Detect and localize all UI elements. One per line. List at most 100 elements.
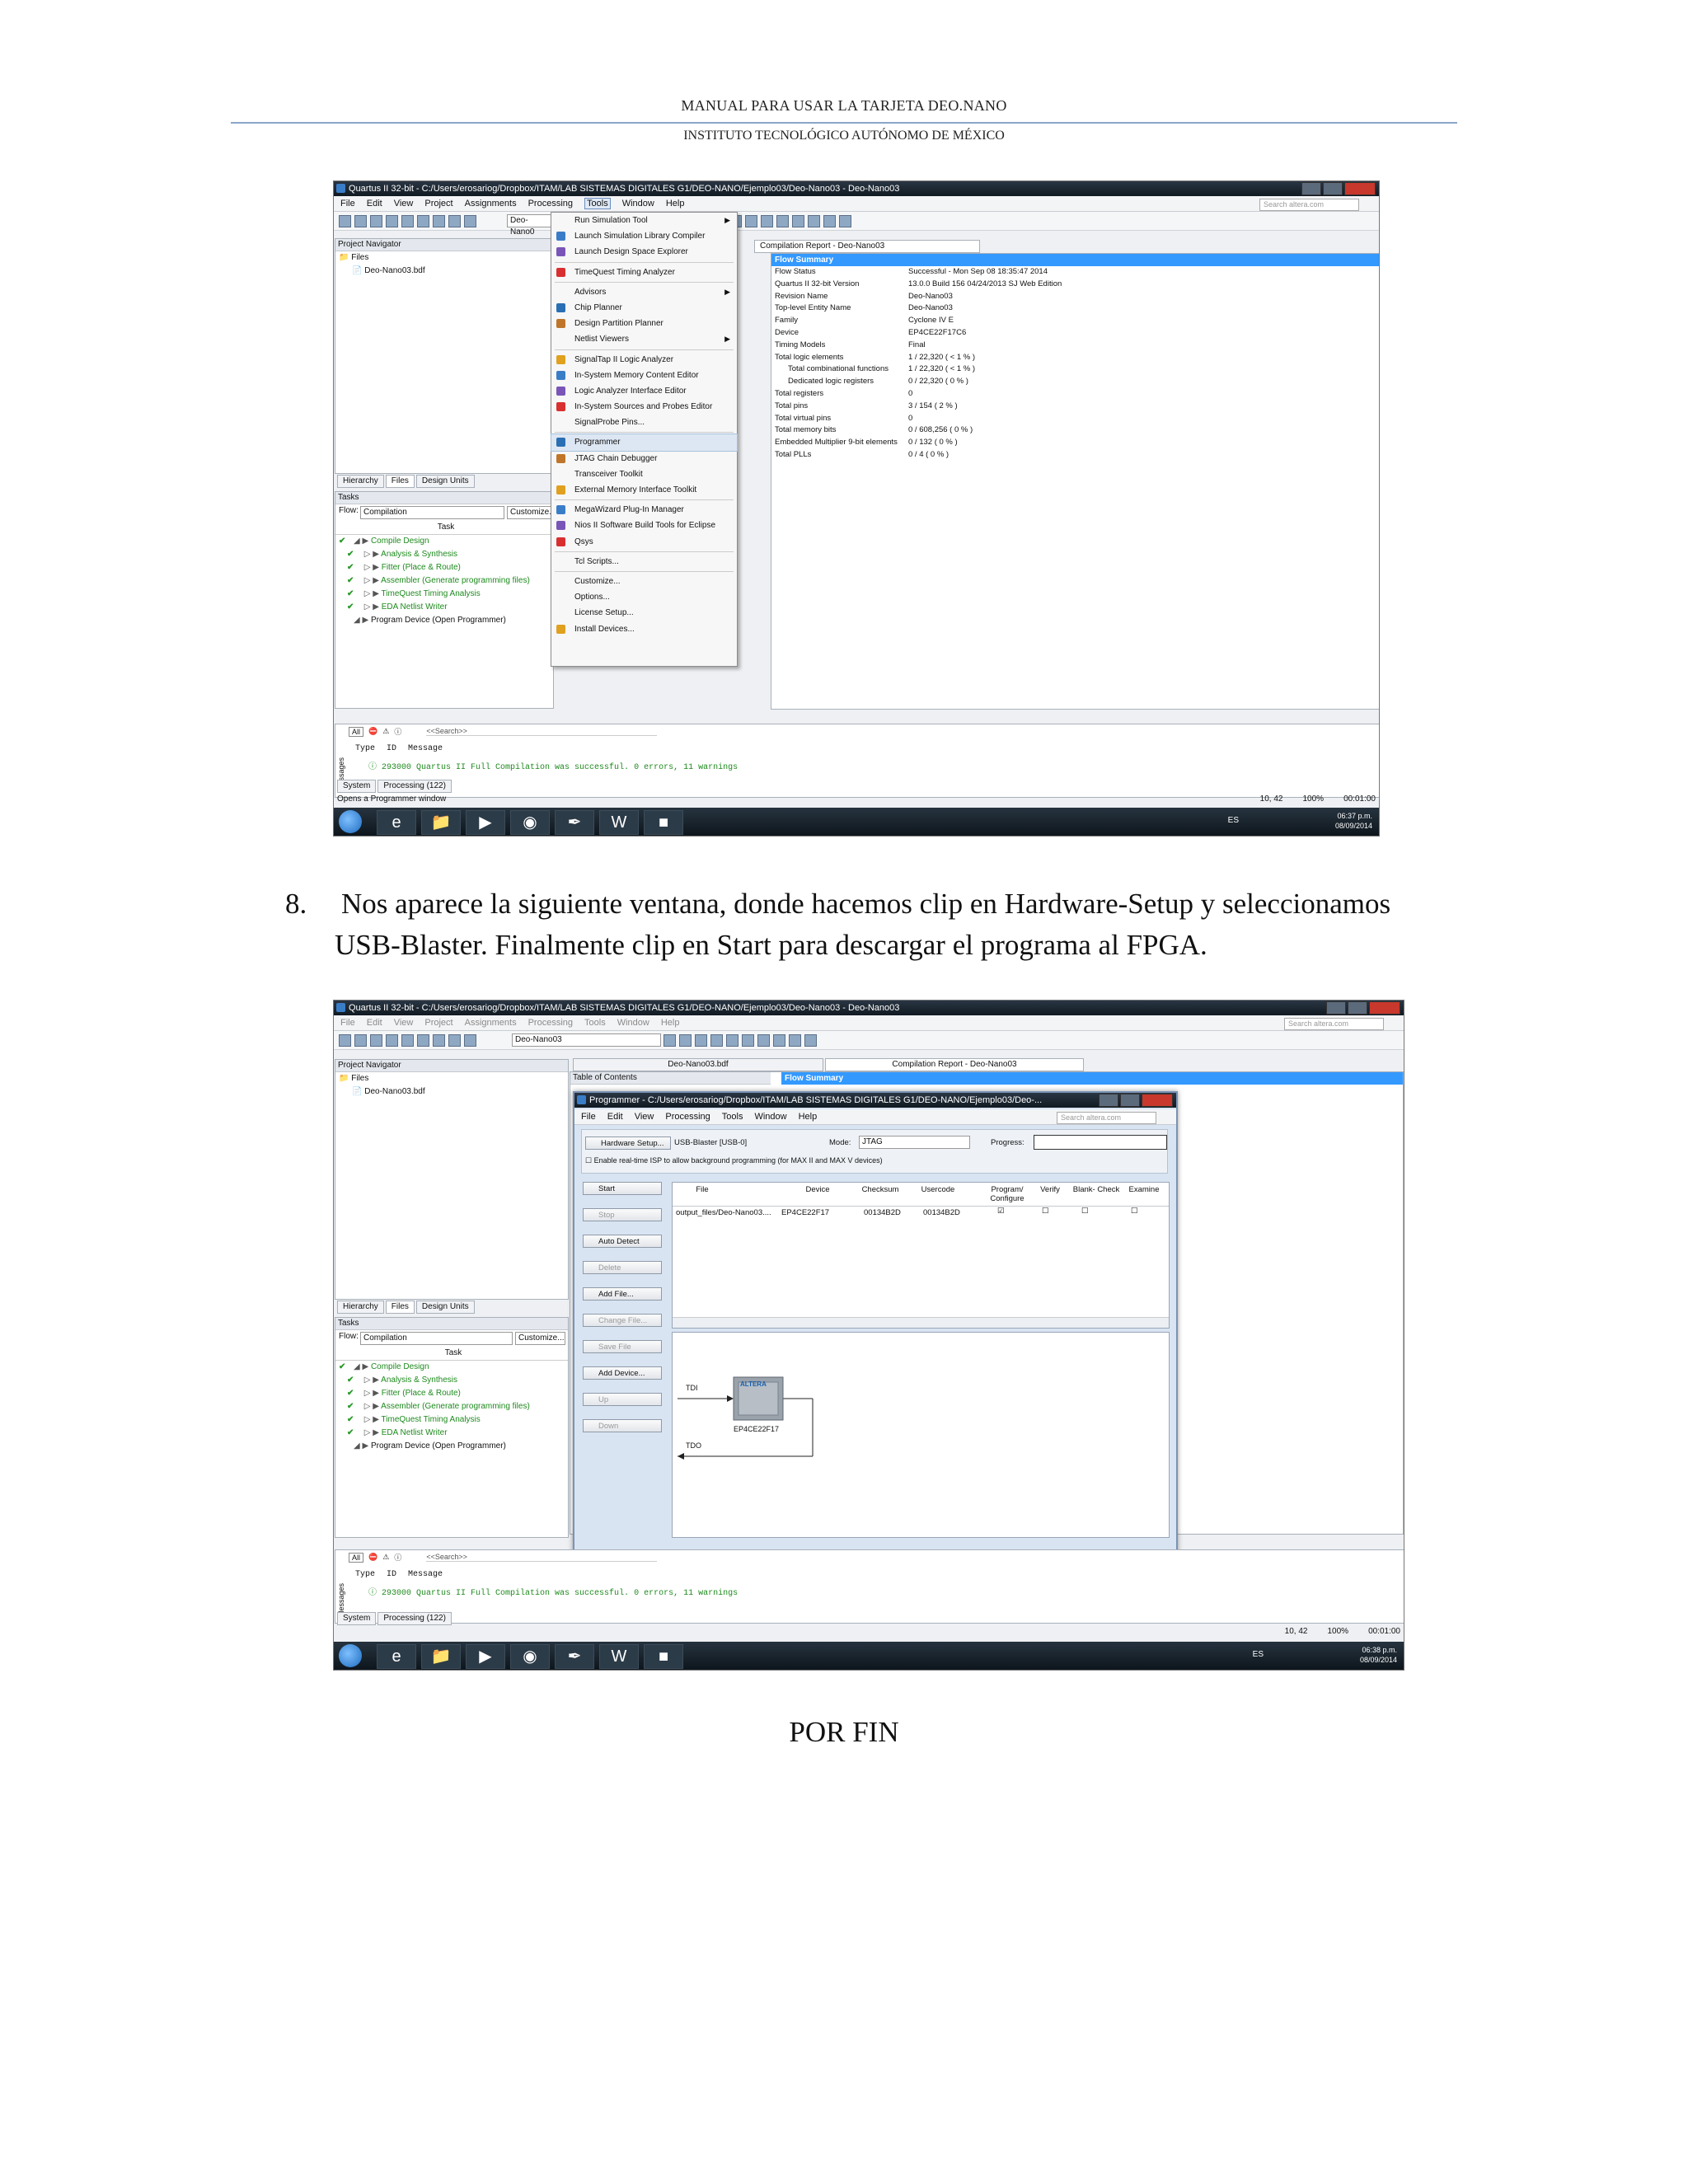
- program-checkbox[interactable]: ☑: [997, 1207, 1005, 1216]
- message-tab-processing[interactable]: Processing (122): [377, 780, 452, 793]
- menu-project[interactable]: Project: [424, 199, 452, 209]
- tools-menu-item[interactable]: Install Devices...: [551, 621, 737, 637]
- expand-icon[interactable]: ◢ ▶: [354, 1362, 371, 1371]
- revision-combo[interactable]: Deo-Nano03: [512, 1033, 661, 1047]
- tools-menu-item[interactable]: In-System Sources and Probes Editor: [551, 399, 737, 415]
- message-tab-system[interactable]: System: [337, 1612, 377, 1625]
- hardware-setup-button[interactable]: Hardware Setup...: [585, 1137, 671, 1150]
- maximize-button[interactable]: [1348, 1001, 1367, 1015]
- device-row[interactable]: output_files/Deo-Nano03.... EP4CE22F17 0…: [673, 1207, 1169, 1220]
- menu-processing[interactable]: Processing: [528, 199, 573, 209]
- language-indicator[interactable]: ES: [1228, 816, 1239, 825]
- flow-combo[interactable]: Compilation: [360, 506, 504, 519]
- expand-icon[interactable]: ▷ ▶: [362, 589, 382, 598]
- column-header-verify[interactable]: Verify: [1024, 1185, 1076, 1194]
- expand-icon[interactable]: ▷ ▶: [362, 602, 382, 612]
- minimize-button[interactable]: [1301, 182, 1321, 195]
- search-input[interactable]: Search altera.com: [1259, 199, 1359, 211]
- firefox-icon[interactable]: ◉: [510, 810, 550, 835]
- add-file-button[interactable]: Add File...: [583, 1287, 662, 1301]
- undo-icon[interactable]: [448, 1034, 461, 1047]
- auto-detect-button[interactable]: Auto Detect: [583, 1235, 662, 1248]
- tools-menu-item[interactable]: Logic Analyzer Interface Editor: [551, 383, 737, 399]
- tools-menu-item[interactable]: Netlist Viewers ▶: [551, 331, 737, 347]
- print-icon[interactable]: [386, 215, 398, 227]
- menu-assignments[interactable]: Assignments: [465, 1018, 517, 1028]
- message-search[interactable]: <<Search>>: [426, 1553, 658, 1562]
- tools-menu-item[interactable]: Run Simulation Tool ▶: [551, 213, 737, 228]
- tools-menu-item[interactable]: MegaWizard Plug-In Manager: [551, 502, 737, 518]
- files-folder[interactable]: 📁 Files: [335, 1072, 568, 1085]
- tab-compilation-report[interactable]: Compilation Report - Deo-Nano03: [754, 240, 980, 253]
- flow-combo[interactable]: Compilation: [360, 1332, 513, 1345]
- task-item[interactable]: ◢ ▶ Program Device (Open Programmer): [335, 1440, 568, 1453]
- paste-icon[interactable]: [433, 215, 445, 227]
- task-item[interactable]: ✔ ▷ ▶ TimeQuest Timing Analysis: [335, 1413, 568, 1427]
- menu-file[interactable]: File: [340, 1018, 355, 1028]
- programmer-icon[interactable]: [773, 1034, 785, 1047]
- copy-icon[interactable]: [417, 215, 429, 227]
- save-icon[interactable]: [370, 215, 382, 227]
- mode-select[interactable]: JTAG: [859, 1136, 970, 1149]
- ie-icon[interactable]: e: [377, 1644, 416, 1669]
- column-header-examine[interactable]: Examine: [1118, 1185, 1170, 1194]
- menu-project[interactable]: Project: [424, 1018, 452, 1028]
- start-button[interactable]: [339, 810, 362, 833]
- stop-icon[interactable]: [745, 215, 757, 227]
- programmer-icon[interactable]: [808, 215, 820, 227]
- column-header-usercode[interactable]: Usercode: [912, 1185, 964, 1194]
- timing-icon[interactable]: [742, 1034, 754, 1047]
- message-tab-system[interactable]: System: [337, 780, 377, 793]
- compile-icon[interactable]: [663, 1034, 676, 1047]
- menu-help[interactable]: Help: [799, 1112, 818, 1122]
- analysis-icon[interactable]: [761, 215, 773, 227]
- system-clock[interactable]: 06:37 p.m. 08/09/2014: [1335, 811, 1372, 831]
- task-item[interactable]: ✔ ▷ ▶ Assembler (Generate programming fi…: [335, 574, 553, 588]
- tools-menu-item[interactable]: Advisors ▶: [551, 284, 737, 300]
- open-icon[interactable]: [354, 215, 367, 227]
- nav-tab-design[interactable]: Design Units: [415, 475, 475, 488]
- media-player-icon[interactable]: ▶: [466, 1644, 505, 1669]
- menu-window[interactable]: Window: [622, 199, 654, 209]
- customize-button[interactable]: Customize...: [515, 1332, 565, 1345]
- media-player-icon[interactable]: ▶: [466, 810, 505, 835]
- blank-check-checkbox[interactable]: ☐: [1081, 1207, 1089, 1216]
- tool-icon[interactable]: ✒: [555, 1644, 594, 1669]
- filter-all-button[interactable]: All: [349, 726, 364, 737]
- warning-filter-icon[interactable]: ⚠: [382, 727, 389, 736]
- task-item[interactable]: ✔ ▷ ▶ Analysis & Synthesis: [335, 1374, 568, 1387]
- quartus-taskbar-icon[interactable]: ■: [644, 1644, 683, 1669]
- tab-bdf[interactable]: Deo-Nano03.bdf: [573, 1058, 823, 1071]
- files-folder[interactable]: 📁 Files: [335, 251, 553, 265]
- tools-menu-item[interactable]: Nios II Software Build Tools for Eclipse: [551, 518, 737, 533]
- quartus-taskbar-icon[interactable]: ■: [644, 810, 683, 835]
- task-item[interactable]: ✔ ◢ ▶ Compile Design: [335, 535, 553, 548]
- menu-tools[interactable]: Tools: [584, 1018, 606, 1028]
- open-icon[interactable]: [354, 1034, 367, 1047]
- cut-icon[interactable]: [401, 215, 414, 227]
- tools-menu-item[interactable]: Design Partition Planner: [551, 316, 737, 331]
- expand-icon[interactable]: ▷ ▶: [362, 1415, 382, 1424]
- tools-menu-item[interactable]: Qsys: [551, 534, 737, 550]
- examine-checkbox[interactable]: ☐: [1131, 1207, 1138, 1216]
- tool-icon[interactable]: ✒: [555, 810, 594, 835]
- menu-tools[interactable]: Tools: [722, 1112, 743, 1122]
- revision-combo[interactable]: Deo-Nano0: [507, 214, 552, 237]
- tools-menu-item[interactable]: External Memory Interface Toolkit: [551, 482, 737, 498]
- message-tab-processing[interactable]: Processing (122): [377, 1612, 452, 1625]
- rtl-icon[interactable]: [789, 1034, 801, 1047]
- menu-edit[interactable]: Edit: [607, 1112, 623, 1122]
- planner-icon[interactable]: [792, 215, 804, 227]
- planner-icon[interactable]: [757, 1034, 770, 1047]
- error-filter-icon[interactable]: ⛔: [368, 1553, 377, 1562]
- column-header-file[interactable]: File: [676, 1185, 729, 1194]
- start-button[interactable]: Start: [583, 1182, 662, 1195]
- help-icon[interactable]: [804, 1034, 817, 1047]
- tools-menu-item[interactable]: TimeQuest Timing Analyzer: [551, 265, 737, 280]
- expand-icon[interactable]: ◢ ▶: [354, 616, 371, 625]
- cut-icon[interactable]: [401, 1034, 414, 1047]
- tools-menu-item[interactable]: Programmer: [551, 434, 738, 452]
- search-input[interactable]: Search altera.com: [1284, 1018, 1384, 1030]
- menu-processing[interactable]: Processing: [528, 1018, 573, 1028]
- info-filter-icon[interactable]: ⓘ: [394, 1552, 401, 1563]
